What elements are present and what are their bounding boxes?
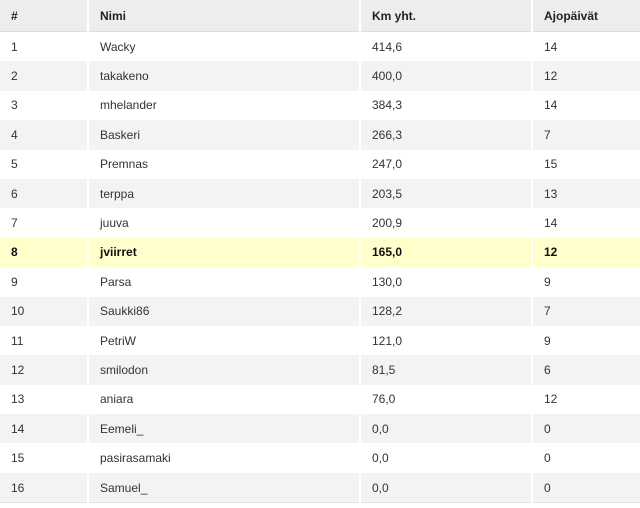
table-row: 5 Premnas 247,0 15: [0, 149, 640, 179]
days-cell: 0: [532, 414, 640, 444]
name-cell: jviirret: [88, 237, 361, 268]
table-row: 14 Eemeli_ 0,0 0: [0, 414, 640, 444]
column-header-days[interactable]: Ajopäivät: [532, 0, 640, 32]
table-row: 11 PetriW 121,0 9: [0, 325, 640, 356]
name-cell: Samuel_: [88, 472, 361, 504]
days-cell: 9: [532, 267, 640, 297]
km-cell: 414,6: [360, 31, 533, 62]
km-cell: 81,5: [360, 355, 533, 385]
table-row: 2 takakeno 400,0 12: [0, 61, 640, 91]
table-body: 1 Wacky 414,6 14 2 takakeno 400,0 12 3 mhelander 3…: [0, 31, 640, 504]
column-header-km[interactable]: Km yht.: [360, 0, 533, 32]
rank-cell: 8: [0, 237, 89, 268]
days-cell: 15: [532, 149, 640, 179]
header-row: # Nimi Km yht. Ajopäivät: [0, 0, 640, 32]
name-cell: terppa: [88, 178, 361, 209]
leaderboard-table: # Nimi Km yht. Ajopäivät 1 Wacky 414,6 14 2 t…: [0, 0, 640, 504]
table-row: 15 pasirasamaki 0,0 0: [0, 443, 640, 473]
days-cell: 12: [532, 384, 640, 415]
km-cell: 400,0: [360, 61, 533, 91]
rank-cell: 4: [0, 120, 89, 150]
days-cell: 6: [532, 355, 640, 385]
name-cell: Saukki86: [88, 296, 361, 326]
name-cell: Parsa: [88, 267, 361, 297]
days-cell: 7: [532, 296, 640, 326]
name-cell: mhelander: [88, 90, 361, 121]
rank-cell: 5: [0, 149, 89, 179]
days-cell: 14: [532, 31, 640, 62]
rank-cell: 12: [0, 355, 89, 385]
table-row: 8 jviirret 165,0 12: [0, 237, 640, 268]
km-cell: 0,0: [360, 472, 533, 504]
days-cell: 0: [532, 443, 640, 473]
days-cell: 9: [532, 325, 640, 356]
rank-cell: 14: [0, 414, 89, 444]
rank-cell: 7: [0, 208, 89, 238]
km-cell: 128,2: [360, 296, 533, 326]
name-cell: Eemeli_: [88, 414, 361, 444]
rank-cell: 9: [0, 267, 89, 297]
name-cell: Wacky: [88, 31, 361, 62]
name-cell: takakeno: [88, 61, 361, 91]
table-row: 6 terppa 203,5 13: [0, 178, 640, 209]
km-cell: 130,0: [360, 267, 533, 297]
name-cell: Premnas: [88, 149, 361, 179]
table-row: 16 Samuel_ 0,0 0: [0, 472, 640, 504]
days-cell: 12: [532, 237, 640, 268]
column-header-name[interactable]: Nimi: [88, 0, 361, 32]
rank-cell: 11: [0, 325, 89, 356]
name-cell: Baskeri: [88, 120, 361, 150]
km-cell: 165,0: [360, 237, 533, 268]
km-cell: 76,0: [360, 384, 533, 415]
table-row: 9 Parsa 130,0 9: [0, 267, 640, 297]
km-cell: 200,9: [360, 208, 533, 238]
days-cell: 13: [532, 178, 640, 209]
table-row: 3 mhelander 384,3 14: [0, 90, 640, 121]
km-cell: 203,5: [360, 178, 533, 209]
name-cell: PetriW: [88, 325, 361, 356]
table-header: # Nimi Km yht. Ajopäivät: [0, 0, 640, 32]
days-cell: 12: [532, 61, 640, 91]
column-header-rank[interactable]: #: [0, 0, 89, 32]
km-cell: 121,0: [360, 325, 533, 356]
name-cell: aniara: [88, 384, 361, 415]
days-cell: 7: [532, 120, 640, 150]
table-row: 12 smilodon 81,5 6: [0, 355, 640, 385]
rank-cell: 13: [0, 384, 89, 415]
name-cell: pasirasamaki: [88, 443, 361, 473]
rank-cell: 10: [0, 296, 89, 326]
rank-cell: 15: [0, 443, 89, 473]
days-cell: 14: [532, 90, 640, 121]
rank-cell: 6: [0, 178, 89, 209]
rank-cell: 16: [0, 472, 89, 504]
days-cell: 14: [532, 208, 640, 238]
name-cell: smilodon: [88, 355, 361, 385]
km-cell: 0,0: [360, 443, 533, 473]
table-row: 10 Saukki86 128,2 7: [0, 296, 640, 326]
km-cell: 0,0: [360, 414, 533, 444]
km-cell: 384,3: [360, 90, 533, 121]
rank-cell: 2: [0, 61, 89, 91]
km-cell: 266,3: [360, 120, 533, 150]
km-cell: 247,0: [360, 149, 533, 179]
table-row: 4 Baskeri 266,3 7: [0, 120, 640, 150]
table-row: 13 aniara 76,0 12: [0, 384, 640, 415]
rank-cell: 3: [0, 90, 89, 121]
days-cell: 0: [532, 472, 640, 504]
table-row: 7 juuva 200,9 14: [0, 208, 640, 238]
rank-cell: 1: [0, 31, 89, 62]
name-cell: juuva: [88, 208, 361, 238]
table-row: 1 Wacky 414,6 14: [0, 31, 640, 62]
